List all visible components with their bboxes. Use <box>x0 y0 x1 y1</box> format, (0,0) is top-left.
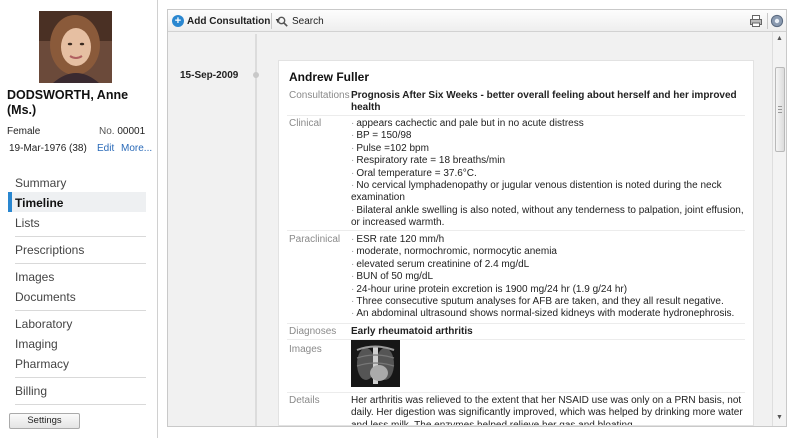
toolbar-divider <box>271 13 272 29</box>
list-item: · BP = 150/98 <box>351 130 412 142</box>
nav-item-prescriptions[interactable]: Prescriptions <box>15 243 84 257</box>
search-icon <box>277 16 288 27</box>
paraclinical-list: · ESR rate 120 mm/h · moderate, normochrom… <box>351 234 746 321</box>
add-consultation-label: Add Consultation <box>187 15 271 27</box>
list-item: · An abdominal ultrasound shows normal-si… <box>351 308 735 320</box>
search-label: Search <box>292 15 324 27</box>
field-divider <box>287 323 745 324</box>
patient-sidebar: DODSWORTH, Anne (Ms.) Female No. 00001 1… <box>0 0 158 438</box>
scroll-down-arrow-icon[interactable]: ▼ <box>776 414 783 421</box>
list-item: · ESR rate 120 mm/h <box>351 234 445 245</box>
list-item: · appears cachectic and pale but in no ac… <box>351 118 584 129</box>
vertical-scrollbar[interactable]: ▲ ▼ <box>772 32 786 426</box>
nav-item-documents[interactable]: Documents <box>15 290 76 304</box>
list-item: · Pulse =102 bpm <box>351 142 429 154</box>
nav-divider <box>15 263 146 264</box>
nav-divider <box>15 404 146 405</box>
paraclinical-label: Paraclinical <box>289 234 341 245</box>
list-item: · Respiratory rate = 18 breaths/min <box>351 155 506 167</box>
diagnosis-value: Early rheumatoid arthritis <box>351 326 473 337</box>
search-button[interactable]: Search <box>277 14 324 28</box>
timeline-date: 15-Sep-2009 <box>180 70 239 81</box>
patient-number-label: No. <box>99 126 115 137</box>
details-label: Details <box>289 395 320 406</box>
clinical-label: Clinical <box>289 118 322 129</box>
add-consultation-button[interactable]: + Add Consultation ▼ <box>172 14 281 28</box>
list-item: · Bilateral ankle swelling is also noted,… <box>351 204 744 229</box>
gear-icon[interactable] <box>770 14 784 28</box>
list-item: · Three consecutive sputum analyses for A… <box>351 296 724 308</box>
timeline-line <box>255 34 257 426</box>
nav-item-pharmacy[interactable]: Pharmacy <box>15 357 69 371</box>
xray-thumbnail[interactable] <box>351 340 400 387</box>
nav-item-lists[interactable]: Lists <box>15 216 40 230</box>
list-item: · Oral temperature = 37.6°C. <box>351 167 477 179</box>
nav-item-laboratory[interactable]: Laboratory <box>15 317 72 331</box>
consultation-card: Andrew Fuller Consultations Prognosis Af… <box>278 60 754 426</box>
field-divider <box>287 115 745 116</box>
scrollbar-thumb[interactable] <box>775 67 785 152</box>
field-divider <box>287 392 745 393</box>
plus-icon: + <box>172 15 184 27</box>
consultation-title: Prognosis After Six Weeks - better overa… <box>351 90 737 114</box>
list-item: · BUN of 50 mg/dL <box>351 271 434 283</box>
nav-divider <box>15 377 146 378</box>
edit-link[interactable]: Edit <box>97 143 114 154</box>
print-icon[interactable] <box>749 14 763 28</box>
patient-photo <box>39 11 112 83</box>
patient-gender: Female <box>7 126 41 137</box>
field-divider <box>287 230 745 231</box>
patient-dob: 19-Mar-1976 (38) <box>9 143 87 154</box>
clinical-list: · appears cachectic and pale but in no ac… <box>351 118 746 230</box>
list-item: · 24-hour urine protein excretion is 1900… <box>351 283 628 295</box>
consultations-label: Consultations <box>289 90 350 101</box>
toolbar: + Add Consultation ▼ Search <box>168 10 786 32</box>
details-text: Her arthritis was relieved to the extent… <box>351 395 743 426</box>
nav-divider <box>15 310 146 311</box>
settings-button[interactable]: Settings <box>9 413 80 429</box>
timeline-dot <box>253 72 259 78</box>
diagnoses-label: Diagnoses <box>289 326 337 337</box>
doctor-name: Andrew Fuller <box>289 70 370 84</box>
images-label: Images <box>289 344 322 355</box>
list-item: · moderate, normochromic, normocytic anem… <box>351 246 557 258</box>
more-link[interactable]: More... <box>121 143 152 154</box>
nav-item-imaging[interactable]: Imaging <box>15 337 58 351</box>
nav-divider <box>15 236 146 237</box>
list-item: · No cervical lymphadenopathy or jugular … <box>351 180 722 204</box>
list-item: · elevated serum creatinine of 2.4 mg/dL <box>351 258 530 270</box>
nav-item-images[interactable]: Images <box>15 270 54 284</box>
scroll-up-arrow-icon[interactable]: ▲ <box>776 35 783 42</box>
main-panel: + Add Consultation ▼ Search 15-Sep-2009 … <box>167 9 787 427</box>
nav-item-summary[interactable]: Summary <box>15 176 66 190</box>
nav-item-billing[interactable]: Billing <box>15 384 47 398</box>
patient-number: No. 00001 <box>99 126 145 137</box>
toolbar-divider <box>767 13 768 29</box>
patient-links: Edit More... <box>97 143 152 154</box>
nav-active-indicator <box>8 192 12 212</box>
patient-number-value: 00001 <box>117 126 146 137</box>
patient-name: DODSWORTH, Anne (Ms.) <box>7 88 129 117</box>
nav-item-timeline[interactable]: Timeline <box>15 196 63 210</box>
